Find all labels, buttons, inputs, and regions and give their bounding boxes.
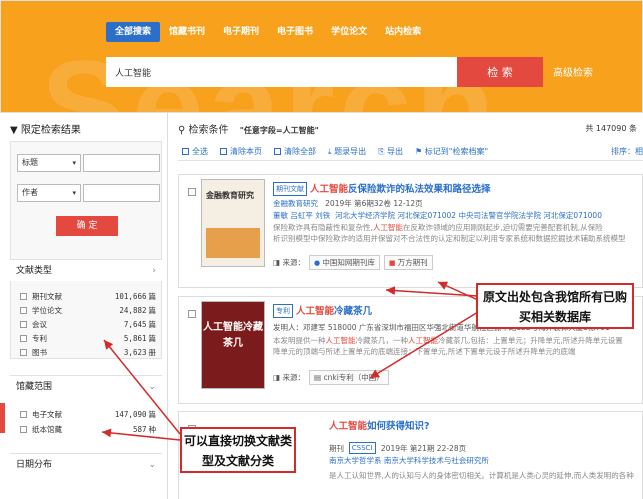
callout-left: 可以直接切换文献类型及文献分类	[180, 427, 296, 473]
arrow-to-source3	[369, 311, 479, 379]
arrow-to-source2	[437, 281, 479, 301]
callout-right: 原文出处包含我馆所有已购买相关数据库	[476, 283, 634, 329]
arrow-to-holdings	[101, 428, 181, 441]
annotation-arrows	[101, 281, 479, 441]
arrow-to-doctypes	[103, 339, 181, 435]
